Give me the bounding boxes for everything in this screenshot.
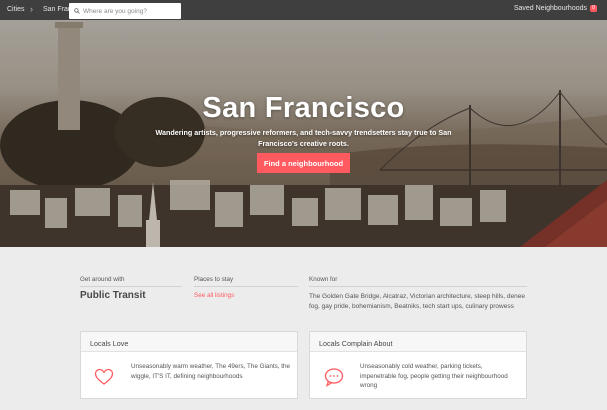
hero-banner: San Francisco Wandering artists, progres…: [0, 20, 607, 247]
speech-bubble-icon: [324, 368, 344, 387]
stay-label: Places to stay: [194, 276, 234, 283]
known-for-value: The Golden Gate Bridge, Alcatraz, Victor…: [309, 293, 525, 310]
find-neighbourhood-button[interactable]: Find a neighbourhood: [257, 153, 350, 173]
saved-neighbourhoods-label: Saved Neighbourhoods: [513, 5, 587, 12]
breadcrumb-cities[interactable]: Cities: [7, 6, 25, 13]
hero-subtitle: Wandering artists, progressive reformers…: [155, 128, 452, 148]
transit-label: Get around with: [80, 276, 125, 283]
known-for-label: Known for: [309, 276, 338, 283]
locals-complain-card: Locals Complain About Unseasonably cold …: [309, 331, 527, 399]
hero-title: San Francisco: [202, 92, 405, 124]
locals-complain-title: Locals Complain About: [310, 332, 526, 352]
saved-neighbourhoods-link[interactable]: Saved Neighbourhoods 0: [514, 5, 597, 12]
stay-divider: [194, 286, 298, 287]
search-input[interactable]: [83, 7, 178, 15]
known-for-divider: [309, 286, 527, 287]
saved-count-badge: 0: [590, 5, 597, 12]
heart-icon: [94, 368, 114, 385]
locals-love-text: Unseasonably warm weather, The 49ers, Th…: [131, 363, 291, 380]
transit-value: Public Transit: [80, 290, 146, 301]
chevron-right-icon: ›: [30, 4, 33, 14]
breadcrumb-current-city[interactable]: San Fran: [43, 6, 72, 13]
locals-complain-text: Unseasonably cold weather, parking ticke…: [360, 363, 508, 389]
locals-love-title: Locals Love: [81, 332, 297, 352]
locals-love-card: Locals Love Unseasonably warm weather, T…: [80, 331, 298, 399]
see-all-listings-link[interactable]: See all listings: [194, 292, 234, 299]
search-box[interactable]: [69, 3, 181, 19]
top-navigation: Cities › San Fran Saved Neighbourhoods 0: [0, 0, 607, 20]
search-icon: [74, 8, 80, 14]
transit-divider: [80, 286, 182, 287]
